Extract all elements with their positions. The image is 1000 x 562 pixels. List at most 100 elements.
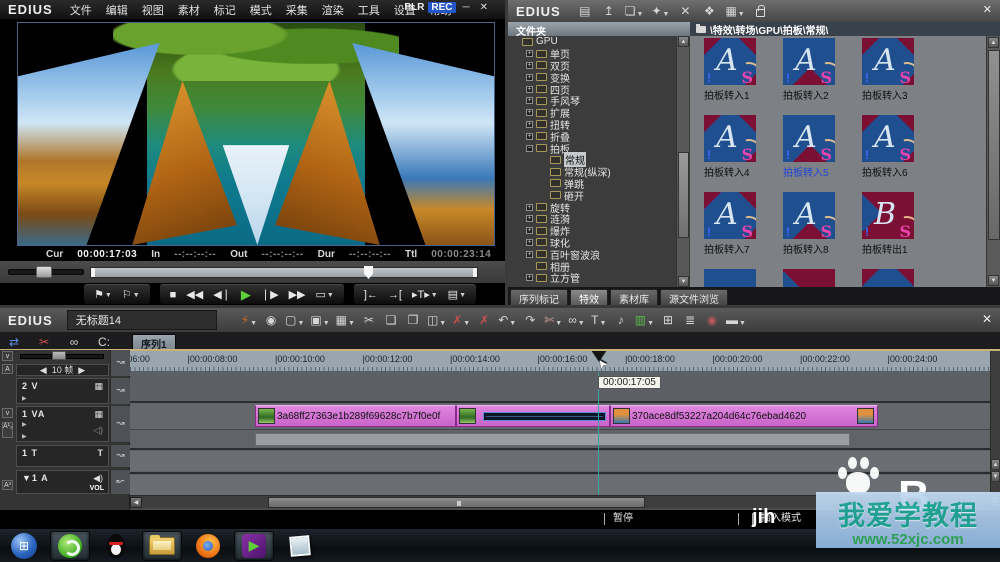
effects-icon[interactable]: ⚡▼ [241, 311, 257, 329]
menu-item[interactable]: 工具 [351, 5, 387, 17]
effect-thumbnail[interactable]: AS! [862, 115, 914, 162]
image-viewer-icon[interactable] [280, 531, 320, 561]
tab-源文件浏览[interactable]: 源文件浏览 [660, 289, 728, 305]
dropdown-arrow-icon[interactable]: ▼ [463, 320, 470, 329]
lock-icon[interactable] [753, 2, 769, 20]
speaker-icon[interactable]: ◁) [93, 425, 103, 436]
timeline-ruler[interactable]: ➤ |00:00:06:00|00:00:08:00|00:00:10:00|0… [130, 351, 990, 372]
speaker-icon[interactable]: ◀) [93, 473, 103, 484]
patch-icon[interactable]: ↝ [110, 378, 130, 404]
effect-thumbnail[interactable]: AS! [704, 192, 756, 239]
tree-item[interactable]: +双页 [508, 60, 690, 72]
patch-icon[interactable]: ↝ [110, 406, 130, 442]
rewind-button[interactable]: ◀◀ [182, 288, 207, 301]
scroll-left-icon[interactable]: ◀ [130, 497, 142, 508]
divide-view-icon[interactable]: ✦▼ [651, 2, 669, 20]
expand-plus-icon[interactable]: + [526, 204, 533, 211]
next-frame-button[interactable]: ❘▶ [257, 288, 283, 301]
grid-scrollbar[interactable]: ▲ ▼ [986, 36, 1000, 287]
effect-item[interactable]: AS!拍板转入2 [783, 38, 862, 102]
expand-plus-icon[interactable]: + [526, 86, 533, 93]
expand-plus-icon[interactable]: + [526, 215, 533, 222]
file-explorer-icon[interactable] [142, 531, 182, 561]
effect-thumbnail[interactable]: BS! [862, 192, 914, 239]
loop-playback-button[interactable]: ▭▼ [312, 288, 338, 301]
match-frame-icon[interactable]: ∞▼ [568, 311, 585, 329]
expand-plus-icon[interactable]: + [526, 74, 533, 81]
jump-to-out-button[interactable]: →[ [384, 289, 406, 301]
duplicate-icon[interactable]: ❏▼ [625, 2, 644, 20]
expand-icon[interactable]: ▶ [22, 433, 27, 440]
expand-plus-icon[interactable]: + [526, 227, 533, 234]
delete-icon[interactable]: ✗ [476, 311, 492, 329]
tree-item[interactable]: GPU [508, 36, 690, 48]
deck-output-button[interactable]: ▤▼ [444, 288, 470, 301]
film-icon[interactable]: ▦ [94, 381, 103, 392]
title-icon[interactable]: T▼ [591, 311, 607, 329]
tree-item[interactable]: 相册 [508, 260, 690, 272]
start-button[interactable]: ⊞ [4, 531, 44, 561]
marker-out-button[interactable]: ⚐▼ [118, 288, 144, 301]
tree-item[interactable]: +四页 [508, 83, 690, 95]
effect-thumbnail[interactable]: S! [862, 269, 914, 287]
menu-item[interactable]: 采集 [279, 5, 315, 17]
dropdown-arrow-icon[interactable]: ▼ [431, 292, 438, 301]
expand-plus-icon[interactable]: + [526, 239, 533, 246]
tab-序列标记[interactable]: 序列标记 [510, 289, 568, 305]
stop-button[interactable]: ■ [166, 289, 181, 301]
dropdown-arrow-icon[interactable]: ▼ [250, 320, 257, 329]
track-header-2v[interactable]: 2 V ▦ ▶ [16, 378, 109, 404]
screenshot-icon[interactable]: ◉ [263, 311, 279, 329]
dropdown-arrow-icon[interactable]: ▼ [105, 292, 112, 301]
dropdown-arrow-icon[interactable]: ▼ [327, 292, 334, 301]
scroll-up-icon[interactable]: ▲ [991, 459, 1000, 470]
effect-thumbnail[interactable]: S! [783, 269, 835, 287]
marker-in-button[interactable]: ⚑▼ [90, 288, 116, 301]
tree-item[interactable]: +扩展 [508, 107, 690, 119]
expand-icon[interactable]: ▶ [22, 395, 27, 402]
add-to-bin-icon[interactable]: ◫▼ [427, 311, 446, 329]
menu-item[interactable]: 渲染 [315, 5, 351, 17]
effect-thumbnail[interactable]: AS! [704, 115, 756, 162]
tree-item[interactable]: +扭转 [508, 119, 690, 131]
qq-icon[interactable] [96, 531, 136, 561]
tree-scrollbar[interactable]: ▲ ▼ [676, 36, 689, 287]
effect-item[interactable]: AS!拍板转入5 [783, 115, 862, 179]
effect-item[interactable]: S! [783, 269, 862, 287]
effect-item[interactable]: AS!拍板转入3 [862, 38, 941, 102]
color-correction-icon[interactable]: ◉ [704, 311, 720, 329]
expand-plus-icon[interactable]: + [526, 133, 533, 140]
fast-forward-button[interactable]: ▶▶ [285, 288, 310, 301]
effect-thumbnail[interactable]: AS! [862, 38, 914, 85]
effect-item[interactable]: S! [704, 269, 783, 287]
new-sequence-icon[interactable]: ▢▼ [285, 311, 304, 329]
dropdown-arrow-icon[interactable]: ▼ [739, 320, 746, 329]
view-mode-icon[interactable]: ▦▼ [725, 2, 744, 20]
color-label-icon[interactable]: ❖ [701, 2, 717, 20]
effect-item[interactable]: BS!拍板转出1 [862, 192, 941, 256]
close-button[interactable]: ✕ [983, 3, 992, 16]
timeline-clip[interactable]: 3a68ff27363e1b289f69628c7b7f0e0f [255, 405, 456, 427]
tree-item[interactable]: +涟漪 [508, 213, 690, 225]
dropdown-arrow-icon[interactable]: ▼ [439, 320, 446, 329]
cut-icon[interactable]: ✂ [361, 311, 377, 329]
tree-item[interactable]: −拍板 [508, 142, 690, 154]
menu-item[interactable]: 视图 [135, 5, 171, 17]
jump-to-in-button[interactable]: ]← [360, 289, 382, 301]
browser-360-icon[interactable] [50, 531, 90, 561]
expand-plus-icon[interactable]: + [526, 121, 533, 128]
track-lane-v[interactable] [130, 372, 990, 401]
effect-thumbnail[interactable]: S! [704, 269, 756, 287]
scroll-up-icon[interactable]: ▲ [678, 36, 689, 47]
audio-mixer-icon[interactable]: ≣ [682, 311, 698, 329]
delete-icon[interactable]: ✕ [677, 2, 693, 20]
dropdown-arrow-icon[interactable]: ▼ [297, 320, 304, 329]
tree-item[interactable]: +百叶窗波浪 [508, 248, 690, 260]
expand-plus-icon[interactable]: + [526, 50, 533, 57]
scroll-down-icon[interactable]: ▼ [678, 276, 689, 287]
play-around-cursor-button[interactable]: ▸T▸▼ [408, 288, 442, 301]
multicam-icon[interactable]: ⊞ [660, 311, 676, 329]
tree-item[interactable]: +旋转 [508, 201, 690, 213]
va-video-mute-button[interactable]: v [2, 408, 13, 418]
tree-item[interactable]: +单页 [508, 48, 690, 60]
